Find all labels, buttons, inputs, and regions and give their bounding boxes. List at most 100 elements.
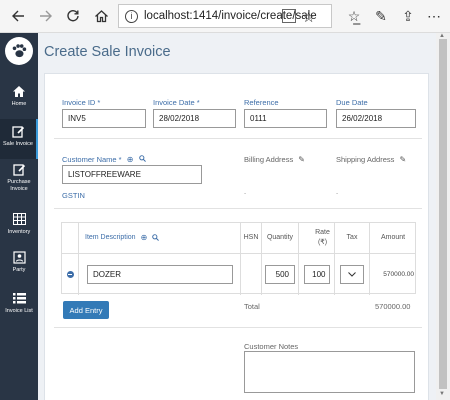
customer-notes-field[interactable]	[244, 351, 415, 393]
edit-icon	[12, 161, 26, 177]
table-row-remove-cell	[62, 254, 79, 295]
edit-shipping-address-icon[interactable]: ✎	[399, 155, 406, 164]
share-icon[interactable]: ⇪	[394, 0, 422, 33]
main-content: Create Sale Invoice Invoice ID * INV5 In…	[38, 33, 436, 400]
item-description-header-text: Item Description	[85, 234, 136, 241]
customer-name-field[interactable]: LISTOFFREEWARE	[62, 165, 202, 184]
rate-header-text: Rate	[315, 229, 330, 236]
table-row-hsn-cell	[241, 254, 262, 295]
refresh-button[interactable]	[59, 2, 87, 30]
party-icon	[12, 249, 26, 265]
scroll-thumb[interactable]	[439, 39, 447, 389]
due-date-field[interactable]: 26/02/2018	[336, 109, 416, 128]
rate-input[interactable]: 100	[303, 265, 330, 284]
sidebar-item-party[interactable]: Party	[0, 249, 38, 289]
shipping-address-value: .	[336, 187, 339, 196]
billing-address-value: .	[244, 187, 247, 196]
notes-pen-icon[interactable]: ✎	[367, 0, 395, 33]
shipping-address-label: Shipping Address ✎	[336, 155, 406, 164]
table-header-blank	[62, 223, 79, 253]
reading-view-icon[interactable]	[282, 9, 296, 23]
refresh-icon	[67, 10, 79, 22]
invoice-id-label: Invoice ID *	[62, 98, 101, 107]
scroll-down-icon[interactable]: ▼	[439, 391, 445, 397]
edit-billing-address-icon[interactable]: ✎	[298, 155, 305, 164]
divider	[54, 327, 422, 328]
invoice-form-card: Invoice ID * INV5 Invoice Date * 28/02/2…	[44, 73, 429, 400]
sidebar-item-sale-invoice[interactable]: Sale Invoice	[0, 119, 38, 159]
page-scrollbar[interactable]: ▲ ▼	[436, 33, 450, 400]
paw-icon	[12, 44, 27, 58]
table-icon	[12, 211, 26, 227]
table-row-amount-cell: 570000.00	[383, 271, 414, 278]
app-logo[interactable]	[5, 37, 33, 65]
billing-address-label-text: Billing Address	[244, 155, 294, 164]
rate-currency-text: (₹)	[317, 239, 328, 246]
line-items-table: Item Description ⊕ HSN Quantity Rate (₹)…	[61, 222, 416, 295]
sidebar: Home Sale Invoice Purchase Invoice Inven…	[0, 33, 38, 400]
customer-name-label-text: Customer Name *	[62, 155, 122, 164]
sidebar-item-purchase-invoice[interactable]: Purchase Invoice	[0, 161, 38, 201]
arrow-left-icon	[12, 10, 24, 22]
table-header-tax: Tax	[335, 223, 370, 253]
invoice-date-label: Invoice Date *	[153, 98, 200, 107]
favorite-star-icon[interactable]: ☆	[302, 8, 315, 26]
divider	[54, 138, 422, 139]
sidebar-item-label: Party	[12, 267, 26, 273]
shipping-address-label-text: Shipping Address	[336, 155, 395, 164]
total-value: 570000.00	[375, 302, 411, 311]
tax-select[interactable]	[340, 265, 364, 284]
divider	[54, 208, 422, 209]
sidebar-item-label: Home	[11, 101, 27, 107]
forward-button[interactable]	[32, 2, 60, 30]
browser-toolbar: i localhost:1414/invoice/create/sale ☆ ☆…	[0, 0, 450, 33]
sidebar-item-home[interactable]: Home	[0, 83, 38, 123]
table-header-quantity: Quantity	[262, 223, 299, 253]
quantity-input[interactable]: 500	[265, 265, 295, 284]
table-header-hsn: HSN	[241, 223, 262, 253]
sidebar-item-invoice-list[interactable]: Invoice List	[0, 290, 38, 330]
chevron-down-icon	[348, 272, 356, 277]
item-description-input[interactable]: DOZER	[87, 265, 233, 284]
address-bar[interactable]: i localhost:1414/invoice/create/sale	[118, 4, 332, 28]
reference-field[interactable]: 0111	[244, 109, 327, 128]
list-icon	[12, 290, 26, 306]
favorites-list-icon[interactable]: ☆̲	[340, 0, 368, 33]
search-icon[interactable]	[138, 155, 146, 164]
sidebar-item-inventory[interactable]: Inventory	[0, 211, 38, 251]
page-title: Create Sale Invoice	[44, 44, 171, 60]
sidebar-item-label: Sale Invoice	[3, 141, 33, 147]
add-customer-icon[interactable]: ⊕	[127, 155, 134, 164]
table-header-rate: Rate (₹)	[299, 223, 335, 253]
sidebar-item-label: Invoice List	[5, 308, 33, 314]
edit-icon	[11, 123, 25, 139]
gstin-label: GSTIN	[62, 191, 85, 200]
due-date-label: Due Date	[336, 98, 368, 107]
table-row-rate-cell: 100	[299, 254, 335, 295]
invoice-id-field[interactable]: INV5	[62, 109, 146, 128]
table-header-item-description: Item Description ⊕	[79, 223, 241, 253]
remove-row-icon[interactable]	[66, 271, 74, 278]
table-row-tax-cell	[335, 254, 370, 295]
reference-label: Reference	[244, 98, 279, 107]
total-label: Total	[244, 302, 260, 311]
add-entry-button[interactable]: Add Entry	[63, 301, 109, 319]
home-icon	[94, 10, 108, 23]
arrow-right-icon	[40, 10, 52, 22]
info-icon: i	[125, 9, 138, 23]
customer-name-label: Customer Name * ⊕	[62, 155, 146, 164]
invoice-date-field[interactable]: 28/02/2018	[153, 109, 236, 128]
home-icon	[12, 83, 26, 99]
sidebar-item-label: Inventory	[7, 229, 31, 235]
home-button[interactable]	[87, 2, 115, 30]
back-button[interactable]	[4, 2, 32, 30]
search-item-icon[interactable]	[152, 233, 160, 243]
table-header-amount: Amount	[380, 234, 406, 241]
add-item-icon[interactable]: ⊕	[141, 234, 148, 242]
sidebar-item-label: Purchase Invoice	[7, 179, 31, 192]
table-row-item-cell: DOZER	[79, 254, 241, 295]
billing-address-label: Billing Address ✎	[244, 155, 305, 164]
more-menu-icon[interactable]: ⋯	[420, 0, 448, 33]
customer-notes-label: Customer Notes	[244, 342, 299, 351]
table-row-quantity-cell: 500	[262, 254, 299, 295]
